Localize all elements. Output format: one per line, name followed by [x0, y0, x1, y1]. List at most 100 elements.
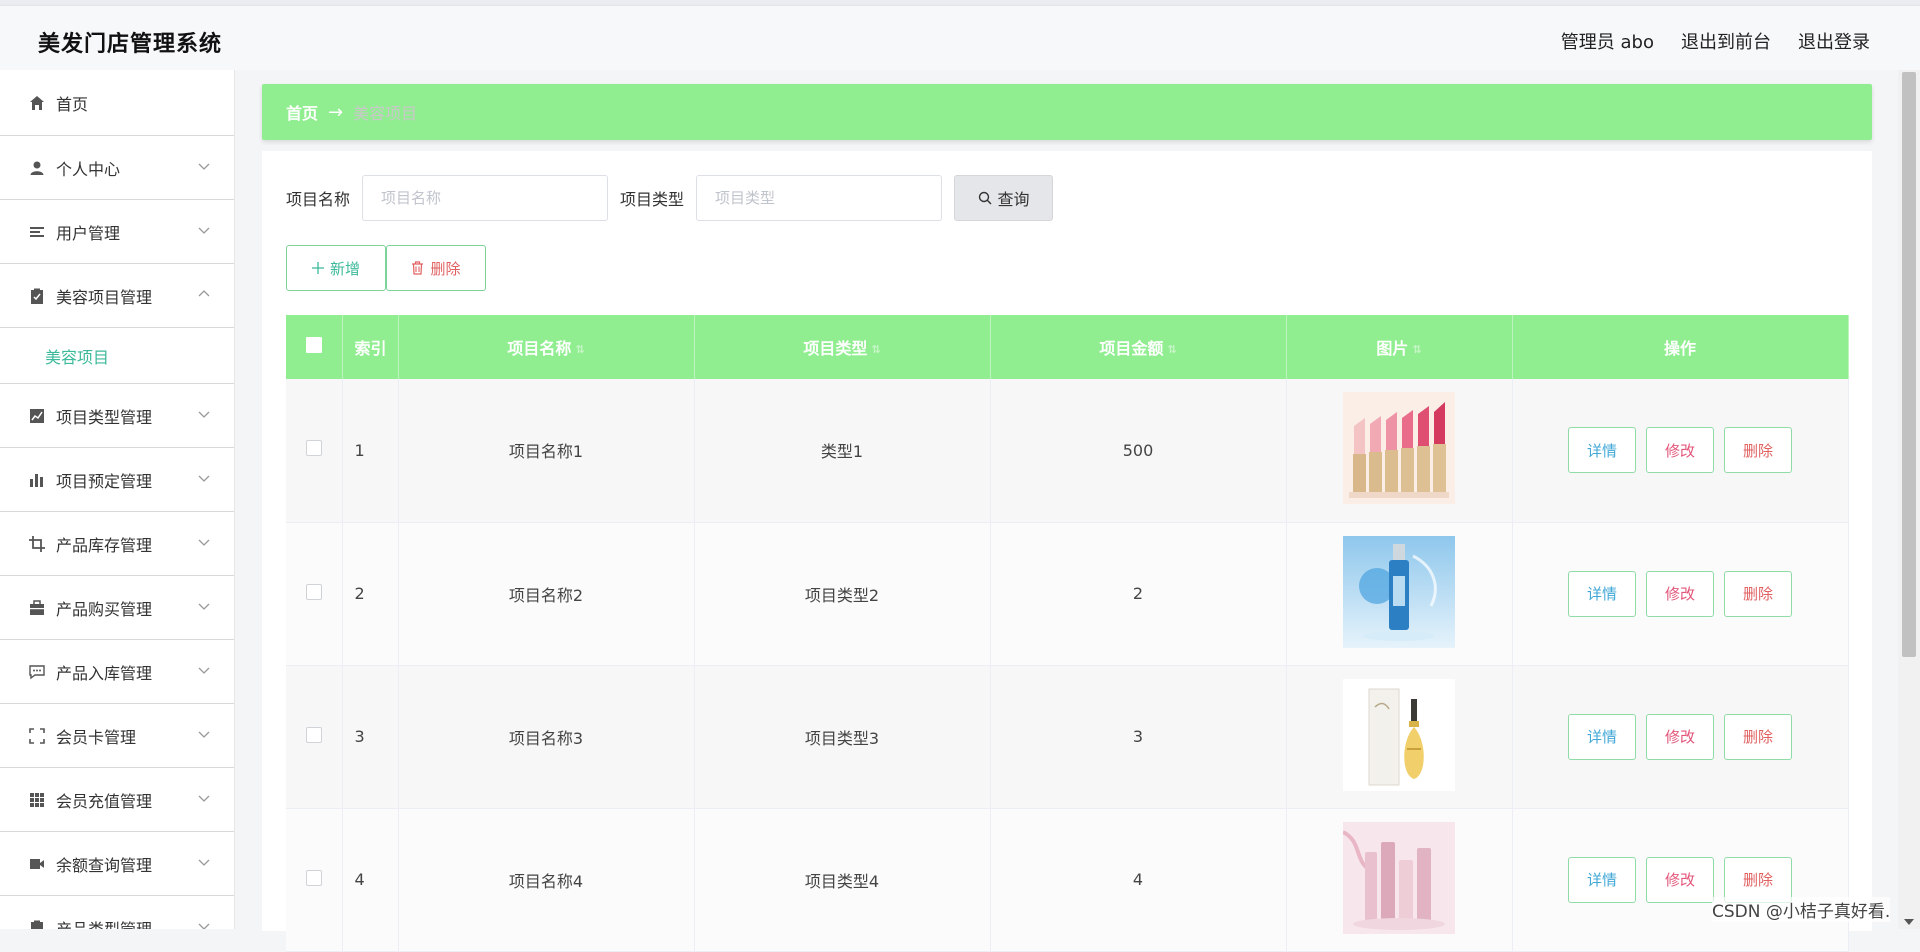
- column-header-index: 索引: [342, 315, 399, 379]
- row-checkbox[interactable]: [305, 440, 322, 457]
- row-select-cell[interactable]: [286, 379, 343, 522]
- edit-button[interactable]: 修改: [1646, 570, 1714, 617]
- admin-label: 管理员 abo: [1560, 32, 1654, 53]
- detail-button[interactable]: 详情: [1568, 427, 1636, 474]
- sidebar-item-product-type-management[interactable]: 产品类型管理: [0, 896, 234, 929]
- sort-icon[interactable]: ⇅: [871, 343, 880, 356]
- row-name: 项目名称1: [398, 379, 695, 522]
- detail-button[interactable]: 详情: [1568, 570, 1636, 617]
- row-checkbox[interactable]: [305, 869, 322, 886]
- row-index: 1: [342, 379, 399, 522]
- row-actions: 详情 修改 删除: [1512, 379, 1849, 522]
- row-select-cell[interactable]: [286, 665, 343, 808]
- project-table: 索引 项目名称 ⇅ 项目类型 ⇅ 项目金额 ⇅ 图片 ⇅ 操作 1 项目名称1 类型1: [286, 315, 1849, 952]
- chevron-down-icon: [198, 859, 210, 866]
- column-header-amount[interactable]: 项目金额 ⇅: [990, 315, 1287, 379]
- chevron-down-icon: [198, 411, 210, 418]
- delete-button[interactable]: 删除: [1724, 713, 1792, 760]
- page-scrollbar[interactable]: [1898, 70, 1920, 929]
- sidebar-item-member-recharge-management[interactable]: 会员充值管理: [0, 768, 234, 832]
- project-type-label: 项目类型: [620, 190, 685, 209]
- add-button[interactable]: 新增: [286, 245, 386, 291]
- sidebar-item-member-card-management[interactable]: 会员卡管理: [0, 704, 234, 768]
- row-checkbox[interactable]: [305, 583, 322, 600]
- row-image-cell: [1286, 808, 1513, 951]
- row-index: 3: [342, 665, 399, 808]
- home-icon: [28, 94, 46, 112]
- crop-icon: [28, 535, 46, 553]
- edit-button[interactable]: 修改: [1646, 856, 1714, 903]
- sort-icon[interactable]: ⇅: [1167, 343, 1176, 356]
- select-all-cell[interactable]: [286, 315, 343, 379]
- chevron-down-icon: [198, 227, 210, 234]
- sidebar-item-label: 产品类型管理: [56, 919, 153, 930]
- list-icon: [28, 223, 46, 241]
- sidebar-item-home[interactable]: 首页: [0, 70, 234, 136]
- sidebar-item-personal-center[interactable]: 个人中心: [0, 136, 234, 200]
- column-header-name[interactable]: 项目名称 ⇅: [398, 315, 695, 379]
- sidebar-item-product-purchase-management[interactable]: 产品购买管理: [0, 576, 234, 640]
- chevron-down-icon: [198, 731, 210, 738]
- edit-button[interactable]: 修改: [1646, 427, 1714, 474]
- delete-button[interactable]: 删除: [1724, 856, 1792, 903]
- search-icon: [978, 191, 992, 205]
- sidebar-item-product-inventory-management[interactable]: 产品库存管理: [0, 512, 234, 576]
- sidebar-item-user-management[interactable]: 用户管理: [0, 200, 234, 264]
- delete-button[interactable]: 删除: [1724, 570, 1792, 617]
- scroll-down-icon[interactable]: [1904, 919, 1914, 925]
- sidebar-item-balance-query-management[interactable]: 余额查询管理: [0, 832, 234, 896]
- sidebar: 首页 个人中心 用户管理 美容项目管理 美容项目 项目类型管理 项目预定管理 产…: [0, 70, 235, 929]
- column-header-label: 项目金额: [1099, 339, 1164, 358]
- detail-button[interactable]: 详情: [1568, 713, 1636, 760]
- plus-icon: [311, 262, 324, 274]
- exit-to-front-link[interactable]: 退出到前台: [1681, 28, 1771, 54]
- trash-icon: [412, 261, 424, 275]
- row-actions: 详情 修改 删除: [1512, 665, 1849, 808]
- select-all-checkbox[interactable]: [305, 337, 322, 353]
- sidebar-item-beauty-project-management[interactable]: 美容项目管理: [0, 264, 234, 328]
- pink-bottles-image: [1341, 821, 1455, 934]
- sidebar-item-project-type-management[interactable]: 项目类型管理: [0, 384, 234, 448]
- batch-delete-button[interactable]: 删除: [386, 245, 486, 291]
- sidebar-item-label: 用户管理: [56, 223, 121, 243]
- delete-button[interactable]: 删除: [1724, 427, 1792, 474]
- project-name-input[interactable]: [362, 175, 609, 221]
- logout-link[interactable]: 退出登录: [1798, 28, 1870, 54]
- row-select-cell[interactable]: [286, 522, 343, 665]
- detail-button[interactable]: 详情: [1568, 856, 1636, 903]
- sidebar-subitem-beauty-project[interactable]: 美容项目: [0, 328, 234, 384]
- row-name: 项目名称2: [398, 522, 695, 665]
- clipboard-icon: [28, 287, 46, 305]
- search-form: 项目名称 项目类型 查询: [286, 175, 1054, 221]
- search-button[interactable]: 查询: [954, 175, 1054, 221]
- video-icon: [28, 855, 46, 873]
- row-image-cell: [1286, 665, 1513, 808]
- sidebar-item-product-stock-in-management[interactable]: 产品入库管理: [0, 640, 234, 704]
- perfume-image: [1343, 678, 1455, 791]
- column-header-image[interactable]: 图片 ⇅: [1286, 315, 1513, 379]
- breadcrumb-home[interactable]: 首页: [286, 100, 318, 124]
- row-type: 项目类型3: [694, 665, 991, 808]
- edit-button[interactable]: 修改: [1646, 713, 1714, 760]
- sidebar-item-label: 项目预定管理: [56, 471, 153, 491]
- breadcrumb-separator: →: [328, 101, 344, 123]
- project-type-input[interactable]: [696, 175, 943, 221]
- sort-icon[interactable]: ⇅: [575, 343, 584, 356]
- chevron-down-icon: [198, 667, 210, 674]
- row-name: 项目名称3: [398, 665, 695, 808]
- row-index: 2: [342, 522, 399, 665]
- chart-icon: [28, 407, 46, 425]
- column-header-type[interactable]: 项目类型 ⇅: [694, 315, 991, 379]
- row-select-cell[interactable]: [286, 808, 343, 951]
- chevron-up-icon: [198, 290, 210, 297]
- chevron-down-icon: [198, 603, 210, 610]
- action-bar: 新增 删除: [286, 245, 486, 291]
- sidebar-item-project-booking-management[interactable]: 项目预定管理: [0, 448, 234, 512]
- row-checkbox[interactable]: [305, 726, 322, 743]
- sort-icon[interactable]: ⇅: [1412, 343, 1421, 356]
- bar-chart-icon: [28, 471, 46, 489]
- row-amount: 2: [990, 522, 1287, 665]
- blue-bottle-image: [1343, 535, 1455, 648]
- scrollbar-thumb[interactable]: [1902, 72, 1916, 657]
- sidebar-item-label: 产品库存管理: [56, 535, 153, 555]
